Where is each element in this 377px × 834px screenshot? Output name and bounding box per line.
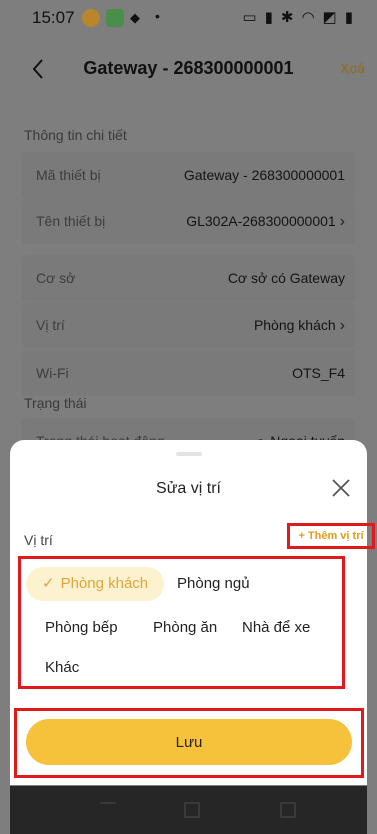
menu-icon[interactable] [100,802,116,818]
chip-other[interactable]: Khác [45,651,79,685]
chip-label: Phòng khách [60,575,149,592]
status-dot: • [155,8,160,24]
location-label: Vị trí [24,532,53,548]
row-value: GL302A-268300000001 [186,213,336,229]
location-row[interactable]: Vị trí Phòng khách › [22,302,355,348]
device-name-row[interactable]: Tên thiết bị GL302A-268300000001 › [22,198,355,244]
chevron-right-icon: › [339,213,345,230]
row-label: Wi-Fi [36,365,69,381]
wifi-row: Wi-Fi OTS_F4 [22,350,355,396]
row-value-wrap: GL302A-268300000001 › [186,213,345,231]
row-label: Vị trí [36,317,65,333]
shield-icon [106,9,124,27]
wifi-icon: ◠ [301,9,315,26]
details-section-title: Thông tin chi tiết [24,127,127,143]
chip-garage[interactable]: Nhà để xe [242,611,310,645]
chip-living-room[interactable]: ✓ Phòng khách [26,567,165,601]
row-value: Phòng khách [253,317,336,333]
row-value: Gateway - 268300000001 [183,167,345,183]
save-button[interactable]: Lưu [26,719,352,765]
close-icon[interactable] [329,476,353,500]
delete-button[interactable]: Xoá [340,60,365,76]
bluetooth-icon: ✱ [280,9,294,26]
battery-icon: ▮ [344,9,353,26]
cast-icon: ▭ [242,9,257,26]
chip-bedroom[interactable]: Phòng ngủ [177,567,250,601]
page-title: Gateway - 268300000001 [83,58,294,78]
app-notification-icon [82,9,100,27]
back-icon[interactable] [280,802,296,818]
signal-icon: ◩ [322,9,337,26]
vibrate-icon: ▮ [264,9,273,26]
check-icon: ✓ [42,575,55,592]
location-options: ✓ Phòng khách Phòng ngủ Phòng bếp Phòng ă… [18,556,345,689]
row-value-wrap: Phòng khách › [254,317,345,335]
row-label: Mã thiết bị [36,167,101,183]
sheet-title: Sửa vị trí [156,480,221,497]
status-bar: 15:07 ◆ • ▭ ▮ ✱ ◠ ◩ ▮ [0,0,377,40]
facility-row: Cơ sở Cơ sở có Gateway [22,255,355,301]
chip-dining-room[interactable]: Phòng ăn [153,611,217,645]
row-value: Cơ sở có Gateway [227,270,345,286]
row-label: Tên thiết bị [36,213,106,229]
status-section-title: Trạng thái [24,395,87,411]
chip-kitchen[interactable]: Phòng bếp [45,611,118,645]
add-location-button[interactable]: + Thêm vị trí [287,523,375,549]
row-value: OTS_F4 [292,365,345,381]
diamond-icon: ◆ [130,10,140,25]
status-notification-icons: ◆ [82,9,148,27]
home-icon[interactable] [184,802,200,818]
sheet-grabber[interactable] [176,452,202,456]
status-time: 15:07 [32,8,75,27]
device-code-row: Mã thiết bị Gateway - 268300000001 [22,152,355,198]
chevron-right-icon: › [339,317,345,334]
system-navigation-bar [10,786,367,834]
row-label: Cơ sở [36,270,76,286]
top-app-bar: Gateway - 268300000001 Xoá [0,42,377,98]
status-system-icons: ▭ ▮ ✱ ◠ ◩ ▮ [242,8,353,26]
